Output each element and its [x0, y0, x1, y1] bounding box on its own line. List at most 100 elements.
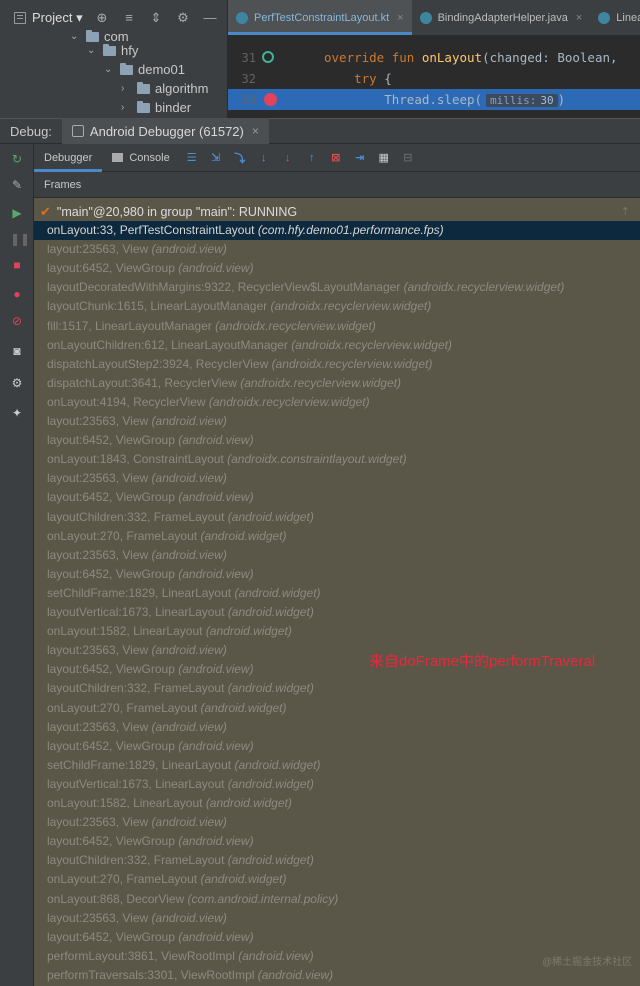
- editor-tab[interactable]: Linea: [590, 0, 640, 35]
- show-execution-point-icon[interactable]: ⇲: [209, 151, 223, 165]
- stack-frame[interactable]: onLayout:270, FrameLayout (android.widge…: [34, 870, 640, 889]
- stack-frame[interactable]: fill:1517, LinearLayoutManager (androidx…: [34, 317, 640, 336]
- project-dropdown[interactable]: Project ▾: [32, 10, 83, 26]
- code-editor[interactable]: 31 override fun onLayout(changed: Boolean…: [228, 36, 640, 118]
- arrow-up-icon[interactable]: ⇡: [621, 205, 630, 218]
- editor-tab[interactable]: BindingAdapterHelper.java ×: [412, 0, 591, 35]
- drop-frame-icon[interactable]: ⊠: [329, 151, 343, 165]
- wrench-icon[interactable]: ✎: [10, 178, 24, 192]
- stack-frame[interactable]: onLayout:33, PerfTestConstraintLayout (c…: [34, 221, 640, 240]
- stack-frame[interactable]: layout:6452, ViewGroup (android.view): [34, 832, 640, 851]
- stack-frame[interactable]: layout:23563, View (android.view): [34, 240, 640, 259]
- code-line[interactable]: 32 try {: [228, 68, 640, 89]
- trace-icon[interactable]: ⊟: [401, 151, 415, 165]
- force-step-into-icon[interactable]: ↓: [281, 151, 295, 165]
- gutter[interactable]: [258, 68, 324, 89]
- frame-package: (android.view): [257, 967, 334, 982]
- frames-list[interactable]: ✔ "main"@20,980 in group "main": RUNNING…: [34, 198, 640, 986]
- stack-frame[interactable]: layoutDecoratedWithMargins:9322, Recycle…: [34, 278, 640, 297]
- expand-all-icon[interactable]: ≡: [122, 10, 136, 26]
- tab-debugger[interactable]: Debugger: [34, 144, 103, 172]
- stack-frame[interactable]: layout:6452, ViewGroup (android.view): [34, 488, 640, 507]
- stack-frame[interactable]: layout:23563, View (android.view): [34, 813, 640, 832]
- stack-frame[interactable]: onLayout:1843, ConstraintLayout (android…: [34, 450, 640, 469]
- frame-method: onLayout:270, FrameLayout: [47, 528, 198, 543]
- stack-frame[interactable]: layout:6452, ViewGroup (android.view): [34, 431, 640, 450]
- override-icon[interactable]: [262, 51, 274, 63]
- step-into-icon[interactable]: ↓: [257, 151, 271, 165]
- stack-frame[interactable]: onLayout:868, DecorView (com.android.int…: [34, 890, 640, 909]
- debug-session-tab[interactable]: Android Debugger (61572) ×: [61, 118, 269, 144]
- pause-icon[interactable]: ❚❚: [10, 232, 30, 246]
- stack-frame[interactable]: layout:23563, View (android.view): [34, 469, 640, 488]
- code-line[interactable]: 31 override fun onLayout(changed: Boolean…: [228, 47, 640, 68]
- stack-frame[interactable]: performTraversals:3301, ViewRootImpl (an…: [34, 966, 640, 985]
- stack-frame[interactable]: setChildFrame:1829, LinearLayout (androi…: [34, 756, 640, 775]
- stack-frame[interactable]: dispatchLayoutStep2:3924, RecyclerView (…: [34, 355, 640, 374]
- chevron-down-icon[interactable]: ⌄: [87, 45, 97, 56]
- tree-item[interactable]: › algorithm: [121, 79, 208, 98]
- collapse-all-icon[interactable]: ⇕: [149, 10, 163, 26]
- layout-icon[interactable]: ☰: [185, 151, 199, 165]
- stack-frame[interactable]: layoutChildren:332, FrameLayout (android…: [34, 508, 640, 527]
- gutter[interactable]: [258, 47, 324, 68]
- stack-frame[interactable]: onLayout:270, FrameLayout (android.widge…: [34, 527, 640, 546]
- stack-frame[interactable]: layout:6452, ViewGroup (android.view): [34, 928, 640, 947]
- tree-item[interactable]: › binder: [121, 98, 191, 117]
- evaluate-expression-icon[interactable]: ▦: [377, 151, 391, 165]
- step-out-icon[interactable]: ↑: [305, 151, 319, 165]
- stack-frame[interactable]: setChildFrame:1829, LinearLayout (androi…: [34, 584, 640, 603]
- stack-frame[interactable]: layout:23563, View (android.view): [34, 546, 640, 565]
- hide-icon[interactable]: —: [203, 10, 217, 26]
- stack-frame[interactable]: layout:23563, View (android.view): [34, 412, 640, 431]
- step-over-icon[interactable]: ⤵: [233, 151, 247, 165]
- run-to-cursor-icon[interactable]: ⇥: [353, 151, 367, 165]
- chevron-down-icon[interactable]: ⌄: [70, 31, 80, 42]
- stack-frame[interactable]: onLayout:270, FrameLayout (android.widge…: [34, 699, 640, 718]
- close-icon[interactable]: ×: [576, 12, 582, 24]
- breakpoint-icon[interactable]: [264, 93, 277, 106]
- locate-icon[interactable]: ⊕: [95, 10, 109, 26]
- stack-frame[interactable]: layout:23563, View (android.view): [34, 909, 640, 928]
- pin-icon[interactable]: ✦: [10, 406, 24, 420]
- stack-frame[interactable]: layout:6452, ViewGroup (android.view): [34, 737, 640, 756]
- stack-frame[interactable]: onLayout:1582, LinearLayout (android.wid…: [34, 794, 640, 813]
- frame-package: (android.view): [178, 738, 254, 753]
- stop-icon[interactable]: ■: [10, 258, 24, 272]
- settings-icon[interactable]: ⚙: [10, 376, 24, 390]
- close-icon[interactable]: ×: [397, 12, 403, 24]
- code-line[interactable]: 33 Thread.sleep(millis: 30): [228, 89, 640, 110]
- stack-frame[interactable]: dispatchLayout:3641, RecyclerView (andro…: [34, 374, 640, 393]
- stack-frame[interactable]: onLayout:1582, LinearLayout (android.wid…: [34, 622, 640, 641]
- rerun-icon[interactable]: ↻: [10, 152, 24, 166]
- frame-method: layout:6452, ViewGroup: [47, 929, 175, 944]
- chevron-right-icon[interactable]: ›: [121, 83, 131, 94]
- stack-frame[interactable]: layout:6452, ViewGroup (android.view): [34, 565, 640, 584]
- stack-frame[interactable]: layoutVertical:1673, LinearLayout (andro…: [34, 775, 640, 794]
- tree-item-label: demo01: [138, 62, 185, 77]
- tree-item[interactable]: ⌄ demo01: [104, 60, 185, 79]
- view-breakpoints-icon[interactable]: ●: [10, 287, 24, 301]
- frame-package: (android.view): [151, 719, 227, 734]
- resume-icon[interactable]: ▶: [10, 206, 24, 220]
- camera-icon[interactable]: ◙: [10, 344, 24, 358]
- mute-breakpoints-icon[interactable]: ⊘: [10, 314, 24, 328]
- close-icon[interactable]: ×: [252, 124, 259, 138]
- stack-frame[interactable]: layoutChildren:332, FrameLayout (android…: [34, 851, 640, 870]
- gutter[interactable]: [258, 89, 324, 110]
- tab-console[interactable]: Console: [102, 144, 179, 172]
- editor-tab[interactable]: PerfTestConstraintLayout.kt ×: [228, 0, 412, 35]
- gear-icon[interactable]: ⚙: [176, 10, 190, 26]
- stack-frame[interactable]: layout:6452, ViewGroup (android.view): [34, 259, 640, 278]
- stack-frame[interactable]: onLayoutChildren:612, LinearLayoutManage…: [34, 336, 640, 355]
- chevron-right-icon[interactable]: ›: [121, 102, 131, 113]
- stack-frame[interactable]: layoutVertical:1673, LinearLayout (andro…: [34, 603, 640, 622]
- chevron-down-icon[interactable]: ⌄: [104, 64, 114, 75]
- thread-row[interactable]: ✔ "main"@20,980 in group "main": RUNNING…: [34, 202, 640, 221]
- frame-method: layoutVertical:1673, LinearLayout: [47, 776, 225, 791]
- tree-item[interactable]: ⌄ hfy: [87, 41, 138, 60]
- stack-frame[interactable]: onLayout:4194, RecyclerView (androidx.re…: [34, 393, 640, 412]
- stack-frame[interactable]: layout:23563, View (android.view): [34, 718, 640, 737]
- stack-frame[interactable]: layoutChildren:332, FrameLayout (android…: [34, 679, 640, 698]
- stack-frame[interactable]: layoutChunk:1615, LinearLayoutManager (a…: [34, 297, 640, 316]
